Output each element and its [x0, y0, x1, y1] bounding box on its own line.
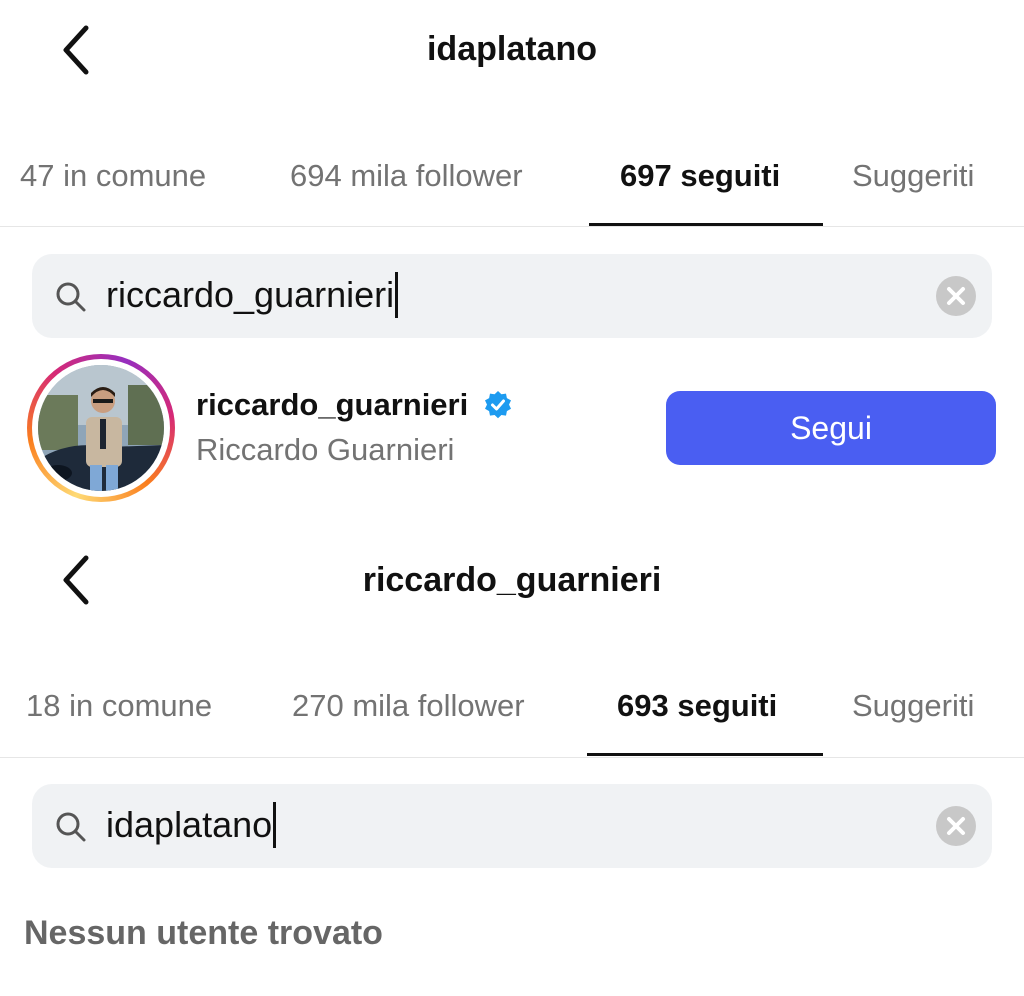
empty-state-message: Nessun utente trovato	[24, 914, 383, 952]
text-cursor	[395, 272, 399, 318]
verified-badge-icon	[484, 391, 511, 419]
clear-icon	[947, 287, 965, 305]
search-input[interactable]: riccardo_guarnieri	[106, 272, 399, 318]
tab-mutual[interactable]: 18 in comune	[26, 688, 212, 724]
text-cursor	[273, 802, 277, 848]
search-query-text: riccardo_guarnieri	[106, 274, 395, 315]
tab-suggested[interactable]: Suggeriti	[852, 688, 974, 724]
clear-search-button[interactable]	[936, 276, 976, 316]
tab-suggested[interactable]: Suggeriti	[852, 158, 974, 194]
following-screen-riccardo-guarnieri: riccardo_guarnieri 18 in comune 270 mila…	[0, 530, 1024, 996]
following-screen-idaplatano: idaplatano 47 in comune 694 mila followe…	[0, 0, 1024, 530]
story-ring[interactable]	[27, 354, 175, 502]
search-input[interactable]: idaplatano	[106, 802, 277, 848]
result-full-name: Riccardo Guarnieri	[196, 432, 455, 467]
tabs-divider	[0, 757, 1024, 758]
search-icon	[56, 812, 86, 842]
tabs-divider	[0, 226, 1024, 227]
tab-followers[interactable]: 694 mila follower	[290, 158, 523, 194]
search-query-text: idaplatano	[106, 804, 273, 845]
avatar[interactable]	[38, 365, 164, 491]
page-title: idaplatano	[426, 30, 598, 68]
tab-mutual[interactable]: 47 in comune	[20, 158, 206, 194]
result-username-row[interactable]: riccardo_guarnieri	[196, 387, 513, 423]
search-field[interactable]: idaplatano	[32, 784, 992, 868]
page-title: riccardo_guarnieri	[362, 561, 662, 599]
active-tab-indicator	[587, 753, 823, 756]
profile-photo	[38, 365, 164, 491]
follow-button[interactable]: Segui	[666, 391, 996, 465]
tab-followers[interactable]: 270 mila follower	[292, 688, 525, 724]
active-tab-indicator	[589, 223, 823, 226]
tab-following[interactable]: 697 seguiti	[620, 158, 780, 194]
search-field[interactable]: riccardo_guarnieri	[32, 254, 992, 338]
clear-icon	[947, 817, 965, 835]
tab-following[interactable]: 693 seguiti	[617, 688, 777, 724]
result-username: riccardo_guarnieri	[196, 387, 469, 422]
clear-search-button[interactable]	[936, 806, 976, 846]
search-icon	[56, 282, 86, 312]
